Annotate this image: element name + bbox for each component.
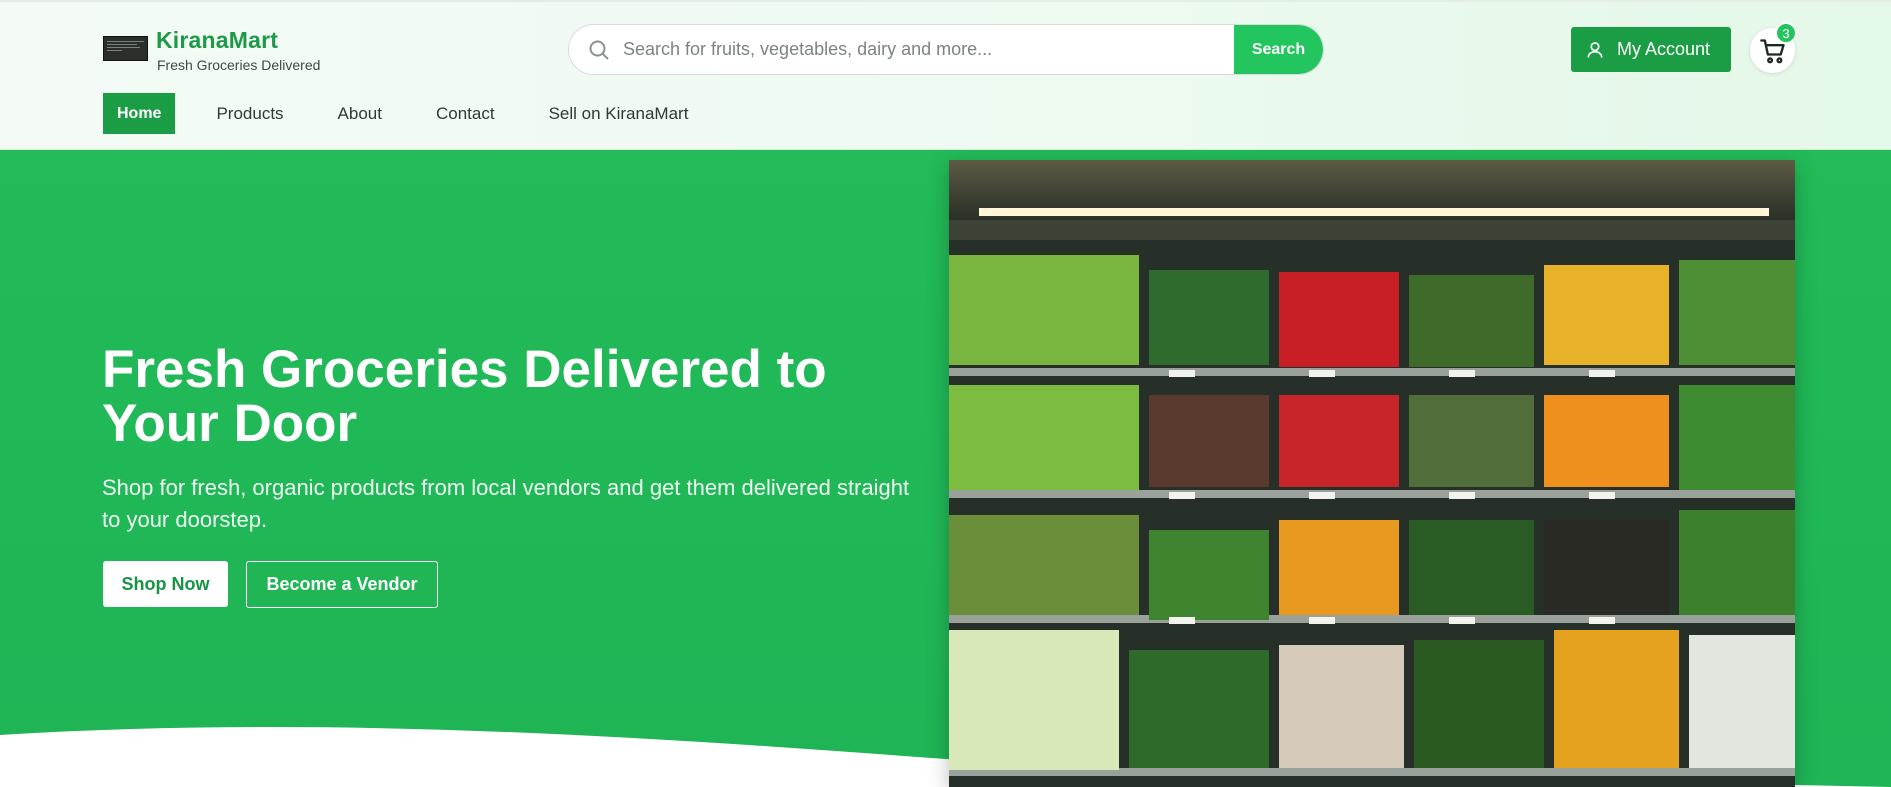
nav-sell[interactable]: Sell on KiranaMart bbox=[549, 104, 689, 124]
nav-home[interactable]: Home bbox=[103, 93, 176, 134]
hero-section: Fresh Groceries Delivered to Your Door S… bbox=[0, 150, 1891, 787]
hero-subtitle: Shop for fresh, organic products from lo… bbox=[102, 475, 910, 532]
search-icon bbox=[587, 38, 611, 62]
brand-tagline: Fresh Groceries Delivered bbox=[157, 57, 321, 73]
site-header: KiranaMart Fresh Groceries Delivered Sea… bbox=[0, 0, 1891, 150]
my-account-button[interactable]: My Account bbox=[1571, 27, 1731, 72]
nav-about[interactable]: About bbox=[338, 104, 382, 124]
shop-now-button[interactable]: Shop Now bbox=[103, 561, 228, 607]
search-button[interactable]: Search bbox=[1234, 25, 1323, 74]
become-vendor-button[interactable]: Become a Vendor bbox=[246, 561, 438, 608]
hero-produce-image bbox=[949, 160, 1795, 787]
nav-contact[interactable]: Contact bbox=[436, 104, 495, 124]
logo-image[interactable] bbox=[103, 36, 148, 61]
brand-name[interactable]: KiranaMart bbox=[156, 27, 278, 54]
main-nav: Home Products About Contact Sell on Kira… bbox=[103, 93, 742, 134]
cart-count-badge: 3 bbox=[1775, 22, 1797, 44]
nav-products[interactable]: Products bbox=[216, 104, 283, 124]
search-input[interactable] bbox=[623, 25, 1223, 74]
user-icon bbox=[1587, 41, 1603, 58]
search-bar: Search bbox=[568, 24, 1324, 75]
hero-title: Fresh Groceries Delivered to Your Door bbox=[102, 340, 827, 453]
my-account-label: My Account bbox=[1617, 39, 1711, 59]
